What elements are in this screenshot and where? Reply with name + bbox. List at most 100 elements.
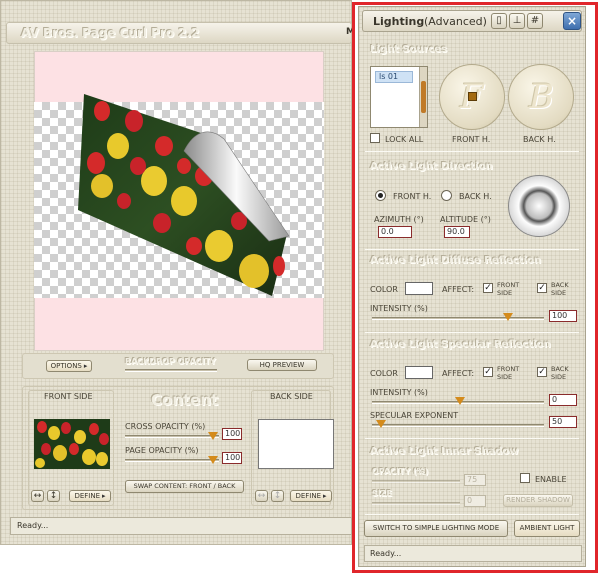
back-swap-h-button[interactable]: ↔ bbox=[255, 490, 268, 502]
specular-exponent-input[interactable]: 50 bbox=[549, 416, 577, 428]
hq-preview-label: HQ PREVIEW bbox=[259, 361, 305, 369]
back-side-label: BACK SIDE bbox=[270, 392, 313, 401]
back-letter: B bbox=[529, 77, 554, 117]
curled-page-image bbox=[78, 94, 290, 296]
diffuse-front-side-label: FRONT SIDE bbox=[497, 281, 520, 297]
page-opacity-thumb[interactable] bbox=[208, 456, 218, 464]
cross-opacity-thumb[interactable] bbox=[208, 432, 218, 440]
render-shadow-label: RENDER SHADOW bbox=[506, 496, 570, 504]
document-icon[interactable]: ▯ bbox=[491, 13, 507, 29]
separator bbox=[365, 249, 579, 250]
separator bbox=[365, 514, 579, 515]
scroll-thumb[interactable] bbox=[421, 81, 426, 113]
back-define-button[interactable]: DEFINE bbox=[290, 490, 332, 502]
specular-color-swatch[interactable] bbox=[405, 366, 433, 379]
page-opacity-input[interactable]: 100 bbox=[222, 452, 242, 464]
swap-content-button[interactable]: SWAP CONTENT: FRONT / BACK bbox=[125, 480, 244, 493]
inner-shadow-heading: Active Light Inner Shadow bbox=[370, 446, 519, 457]
front-side-label: FRONT SIDE bbox=[44, 392, 93, 401]
separator bbox=[365, 151, 579, 152]
lock-all-label: LOCK ALL bbox=[385, 135, 424, 144]
shadow-size-slider[interactable] bbox=[372, 502, 460, 505]
diffuse-color-label: COLOR bbox=[370, 285, 398, 294]
pin-icon[interactable]: ⊥ bbox=[509, 13, 525, 29]
diffuse-intensity-label: INTENSITY (%) bbox=[370, 304, 428, 313]
diffuse-intensity-input[interactable]: 100 bbox=[549, 310, 577, 322]
cross-opacity-slider[interactable] bbox=[125, 435, 219, 438]
main-title-bar: AV Bros. Page Curl Pro 2.2 M bbox=[6, 22, 355, 44]
diffuse-affect-label: AFFECT: bbox=[442, 285, 475, 294]
diffuse-heading: Active Light Diffuse Reflection bbox=[370, 255, 541, 266]
lighting-title-bar: Lighting (Advanced) bbox=[362, 10, 582, 32]
enable-checkbox[interactable] bbox=[520, 473, 530, 483]
page-opacity-label: PAGE OPACITY (%) bbox=[125, 446, 199, 455]
back-hemisphere-dial[interactable]: B bbox=[508, 64, 574, 130]
diffuse-back-side-label: BACK SIDE bbox=[551, 281, 569, 297]
hq-preview-button[interactable]: HQ PREVIEW bbox=[247, 359, 317, 371]
main-status-bar: Ready... bbox=[10, 517, 352, 535]
specular-intensity-input[interactable]: 0 bbox=[549, 394, 577, 406]
specular-intensity-label: INTENSITY (%) bbox=[370, 388, 428, 397]
radio-dot bbox=[378, 193, 383, 198]
front-swap-v-button[interactable]: ↕ bbox=[47, 490, 60, 502]
specular-back-checkbox[interactable]: ✓ bbox=[537, 367, 547, 377]
altitude-input[interactable]: 90.0 bbox=[444, 226, 470, 238]
shadow-size-label: SIZE bbox=[372, 489, 393, 498]
lock-all-checkbox[interactable] bbox=[370, 133, 380, 143]
ambient-light-button[interactable]: AMBIENT LIGHT bbox=[514, 520, 580, 537]
ambient-light-label: AMBIENT LIGHT bbox=[519, 524, 575, 532]
lighting-title-mode: (Advanced) bbox=[424, 15, 487, 28]
main-title: AV Bros. Page Curl Pro 2.2 bbox=[21, 26, 200, 40]
cross-opacity-label: CROSS OPACITY (%) bbox=[125, 422, 206, 431]
specular-exponent-label: SPECULAR EXPONENT bbox=[370, 411, 459, 420]
shadow-opacity-slider[interactable] bbox=[372, 480, 460, 483]
options-label: OPTIONS bbox=[50, 362, 82, 370]
radio-front-label: FRONT H. bbox=[393, 192, 432, 201]
lighting-status-text: Ready... bbox=[370, 549, 402, 558]
front-define-button[interactable]: DEFINE bbox=[69, 490, 111, 502]
front-h-radio[interactable] bbox=[375, 190, 386, 201]
diffuse-color-swatch[interactable] bbox=[405, 282, 433, 295]
specular-exponent-thumb[interactable] bbox=[376, 420, 386, 428]
back-define-label: DEFINE bbox=[295, 492, 322, 500]
azimuth-input[interactable]: 0.0 bbox=[378, 226, 412, 238]
front-h-label: FRONT H. bbox=[452, 135, 491, 144]
light-sources-scrollbar[interactable] bbox=[419, 67, 427, 127]
lighting-title: Lighting bbox=[373, 15, 425, 28]
simple-mode-button[interactable]: SWITCH TO SIMPLE LIGHTING MODE bbox=[364, 520, 508, 537]
options-button[interactable]: OPTIONS bbox=[46, 360, 92, 372]
lighting-status-bar: Ready... bbox=[364, 545, 582, 562]
back-side-thumbnail[interactable] bbox=[258, 419, 334, 469]
diffuse-intensity-thumb[interactable] bbox=[503, 313, 513, 321]
specular-front-side-label: FRONT SIDE bbox=[497, 365, 520, 381]
cross-opacity-input[interactable]: 100 bbox=[222, 428, 242, 440]
light-position-marker[interactable] bbox=[468, 92, 477, 101]
light-source-item[interactable]: ls 01 bbox=[375, 71, 413, 83]
front-swap-h-button[interactable]: ↔ bbox=[31, 490, 44, 502]
shadow-opacity-label: OPACITY (%) bbox=[372, 467, 429, 476]
front-hemisphere-dial[interactable]: F bbox=[439, 64, 505, 130]
specular-front-checkbox[interactable]: ✓ bbox=[483, 367, 493, 377]
page-opacity-slider[interactable] bbox=[125, 459, 219, 462]
shadow-opacity-input[interactable]: 75 bbox=[464, 474, 486, 486]
backdrop-opacity-label: BACKDROP OPACITY bbox=[125, 357, 216, 366]
back-h-label: BACK H. bbox=[523, 135, 556, 144]
front-side-thumbnail[interactable] bbox=[34, 419, 110, 469]
back-swap-v-button[interactable]: ↕ bbox=[271, 490, 284, 502]
shadow-size-input[interactable]: 0 bbox=[464, 495, 486, 507]
back-h-radio[interactable] bbox=[441, 190, 452, 201]
specular-color-label: COLOR bbox=[370, 369, 398, 378]
specular-back-side-label: BACK SIDE bbox=[551, 365, 569, 381]
diffuse-front-checkbox[interactable]: ✓ bbox=[483, 283, 493, 293]
specular-intensity-thumb[interactable] bbox=[455, 397, 465, 405]
render-shadow-button[interactable]: RENDER SHADOW bbox=[503, 494, 573, 507]
diffuse-back-checkbox[interactable]: ✓ bbox=[537, 283, 547, 293]
close-icon[interactable]: × bbox=[563, 12, 581, 30]
specular-exponent-slider[interactable] bbox=[372, 424, 544, 427]
direction-sphere[interactable] bbox=[508, 175, 570, 237]
grid-icon[interactable]: # bbox=[527, 13, 543, 29]
active-direction-heading: Active Light Direction bbox=[370, 161, 493, 172]
backdrop-opacity-slider[interactable] bbox=[125, 369, 217, 372]
content-heading: Content bbox=[151, 391, 219, 409]
diffuse-intensity-slider[interactable] bbox=[372, 317, 544, 320]
